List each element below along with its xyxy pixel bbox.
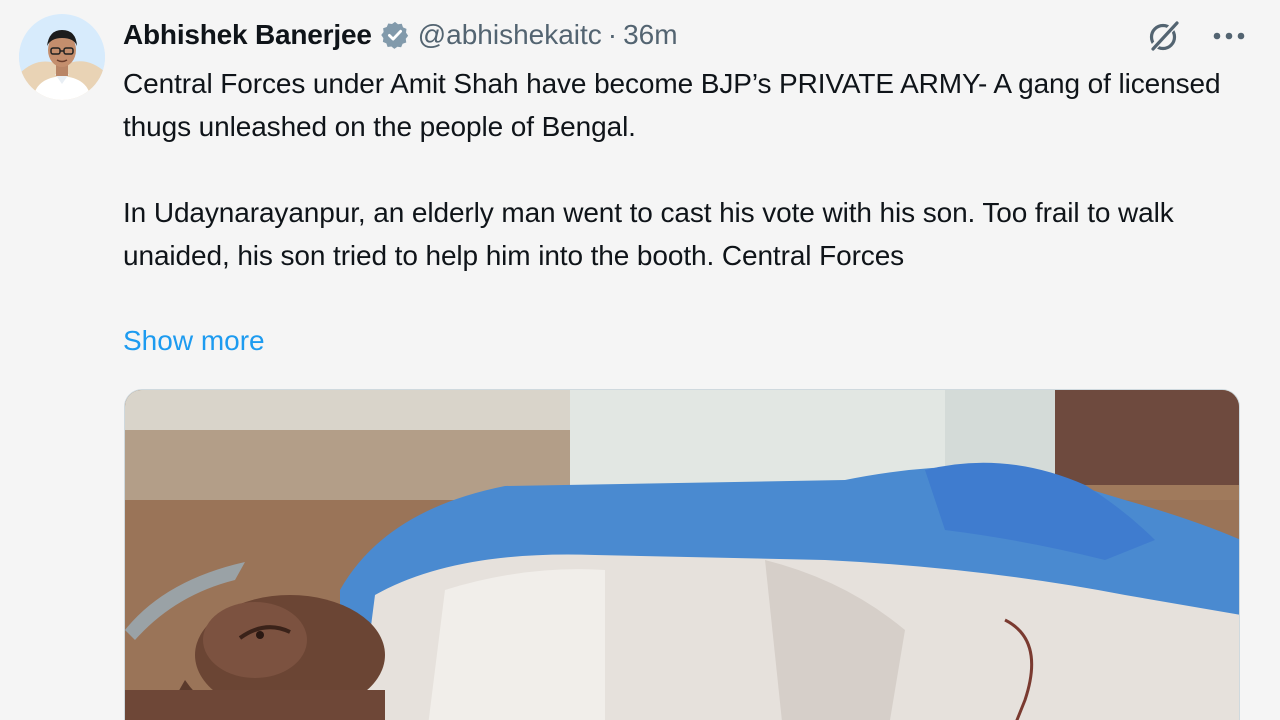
author-handle[interactable]: @abhishekaitc	[418, 14, 602, 56]
tweet-card[interactable]: Abhishek Banerjee @abhishekaitc · 36m Ce…	[0, 0, 1280, 720]
separator-dot: ·	[607, 19, 618, 50]
tweet-paragraph-1: Central Forces under Amit Shah have beco…	[123, 68, 1221, 142]
grok-icon[interactable]	[1144, 16, 1184, 56]
verified-badge-icon[interactable]	[380, 20, 410, 50]
timestamp[interactable]: 36m	[623, 14, 677, 56]
tweet-paragraph-2: In Udaynarayanpur, an elderly man went t…	[123, 197, 1174, 271]
avatar[interactable]	[19, 14, 105, 100]
tweet-header: Abhishek Banerjee @abhishekaitc · 36m	[123, 14, 678, 56]
more-options-icon[interactable]	[1212, 31, 1246, 41]
author-name[interactable]: Abhishek Banerjee	[123, 14, 372, 56]
tweet-text: Central Forces under Amit Shah have beco…	[123, 62, 1253, 277]
show-more-link[interactable]: Show more	[123, 319, 265, 362]
tweet-actions-top	[1144, 16, 1246, 56]
tweet-media-image[interactable]	[124, 389, 1240, 720]
